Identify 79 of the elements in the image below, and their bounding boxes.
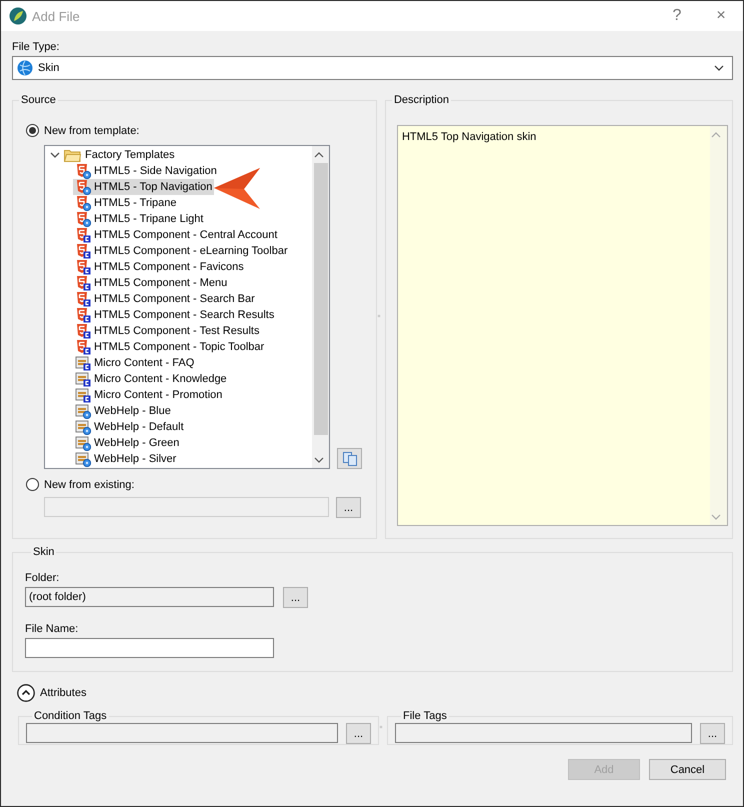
tree-item[interactable]: HTML5 Component - Favicons [73, 259, 246, 275]
browse-button[interactable]: ... [283, 587, 308, 608]
tree-item[interactable]: WebHelp - Silver [73, 451, 178, 467]
tree-item[interactable]: WebHelp - Default [73, 419, 186, 435]
chevron-up-icon [711, 130, 722, 140]
folder-field[interactable]: (root folder) [25, 587, 274, 607]
attributes-toggle[interactable]: Attributes [17, 684, 86, 702]
html5-component-icon [75, 307, 91, 323]
chevron-down-icon [714, 63, 724, 73]
tree-item[interactable]: HTML5 - Tripane Light [73, 211, 206, 227]
html5-component-icon [75, 227, 91, 243]
scrollbar[interactable] [710, 126, 727, 525]
field-label: File Name: [25, 622, 80, 636]
document-gear-icon [75, 435, 91, 451]
html5-component-icon [75, 243, 91, 259]
html5-gear-icon [75, 195, 91, 211]
file-name-field[interactable] [25, 638, 274, 658]
tree-item[interactable]: Micro Content - Promotion [73, 387, 224, 403]
chevron-up-icon [314, 150, 324, 160]
html5-component-icon [75, 275, 91, 291]
document-component-icon [75, 387, 91, 403]
document-component-icon [75, 355, 91, 371]
radio-option[interactable]: New from template: [26, 124, 140, 137]
radio-option[interactable]: New from existing: [26, 478, 134, 491]
copy-button[interactable] [337, 448, 362, 469]
html5-gear-icon [75, 163, 91, 179]
tree-item[interactable]: WebHelp - Blue [73, 403, 173, 419]
tree-item[interactable]: HTML5 Component - Test Results [73, 323, 262, 339]
folder-icon [64, 148, 81, 162]
tree-item[interactable]: HTML5 Component - Search Bar [73, 291, 257, 307]
close-button[interactable]: × [699, 7, 743, 25]
leaf-logo-icon [9, 7, 27, 25]
document-component-icon [75, 371, 91, 387]
html5-component-icon [75, 259, 91, 275]
tree-item[interactable]: HTML5 - Top Navigation [73, 179, 214, 195]
tree-item[interactable]: Factory Templates [50, 147, 177, 163]
tree-item[interactable]: HTML5 - Side Navigation [73, 163, 219, 179]
field-label: Folder: [25, 571, 60, 585]
help-button[interactable]: ? [655, 7, 699, 25]
window-title: Add File [32, 8, 81, 24]
tree-item[interactable]: HTML5 Component - Menu [73, 275, 230, 291]
tree-item[interactable]: Micro Content - FAQ [73, 355, 196, 371]
html5-gear-icon [75, 179, 91, 195]
tags-field[interactable] [26, 723, 338, 743]
tree-item[interactable]: HTML5 Component - eLearning Toolbar [73, 243, 290, 259]
scrollbar[interactable] [312, 146, 329, 468]
browse-button[interactable]: ... [336, 497, 361, 518]
copy-icon [342, 450, 358, 466]
globe-icon [17, 60, 33, 76]
chevron-down-icon [711, 512, 722, 522]
group-title: Description [392, 93, 450, 107]
group-title: File Tags [402, 709, 448, 723]
description-box[interactable]: HTML5 Top Navigation skin [396, 125, 728, 526]
description-text: HTML5 Top Navigation skin [402, 131, 536, 143]
html5-component-icon [75, 291, 91, 307]
html5-component-icon [75, 339, 91, 355]
tree-item[interactable]: HTML5 - Tripane [73, 195, 179, 211]
group-title: Source [20, 93, 57, 107]
tree-item[interactable]: WebHelp - Green [73, 435, 182, 451]
document-gear-icon [75, 403, 91, 419]
collapse-icon [17, 684, 35, 702]
field-label: File Type: [12, 40, 60, 54]
cancel-button[interactable]: Cancel [649, 759, 726, 780]
tree-item[interactable]: HTML5 Component - Topic Toolbar [73, 339, 266, 355]
html5-gear-icon [75, 211, 91, 227]
browse-button[interactable]: ... [346, 723, 371, 744]
html5-component-icon [75, 323, 91, 339]
browse-button[interactable]: ... [700, 723, 725, 744]
chevron-down-icon [50, 150, 60, 160]
group-title: Condition Tags [33, 709, 108, 723]
existing-file-field[interactable] [44, 497, 329, 517]
tree-item[interactable]: HTML5 Component - Central Account [73, 227, 280, 243]
chevron-down-icon [314, 454, 324, 464]
tree-item[interactable]: Micro Content - Knowledge [73, 371, 229, 387]
file-type-dropdown[interactable]: Skin [12, 56, 733, 80]
tree-item[interactable]: HTML5 Component - Search Results [73, 307, 276, 323]
tags-field[interactable] [395, 723, 692, 743]
group-title: Skin [32, 545, 56, 559]
document-gear-icon [75, 419, 91, 435]
